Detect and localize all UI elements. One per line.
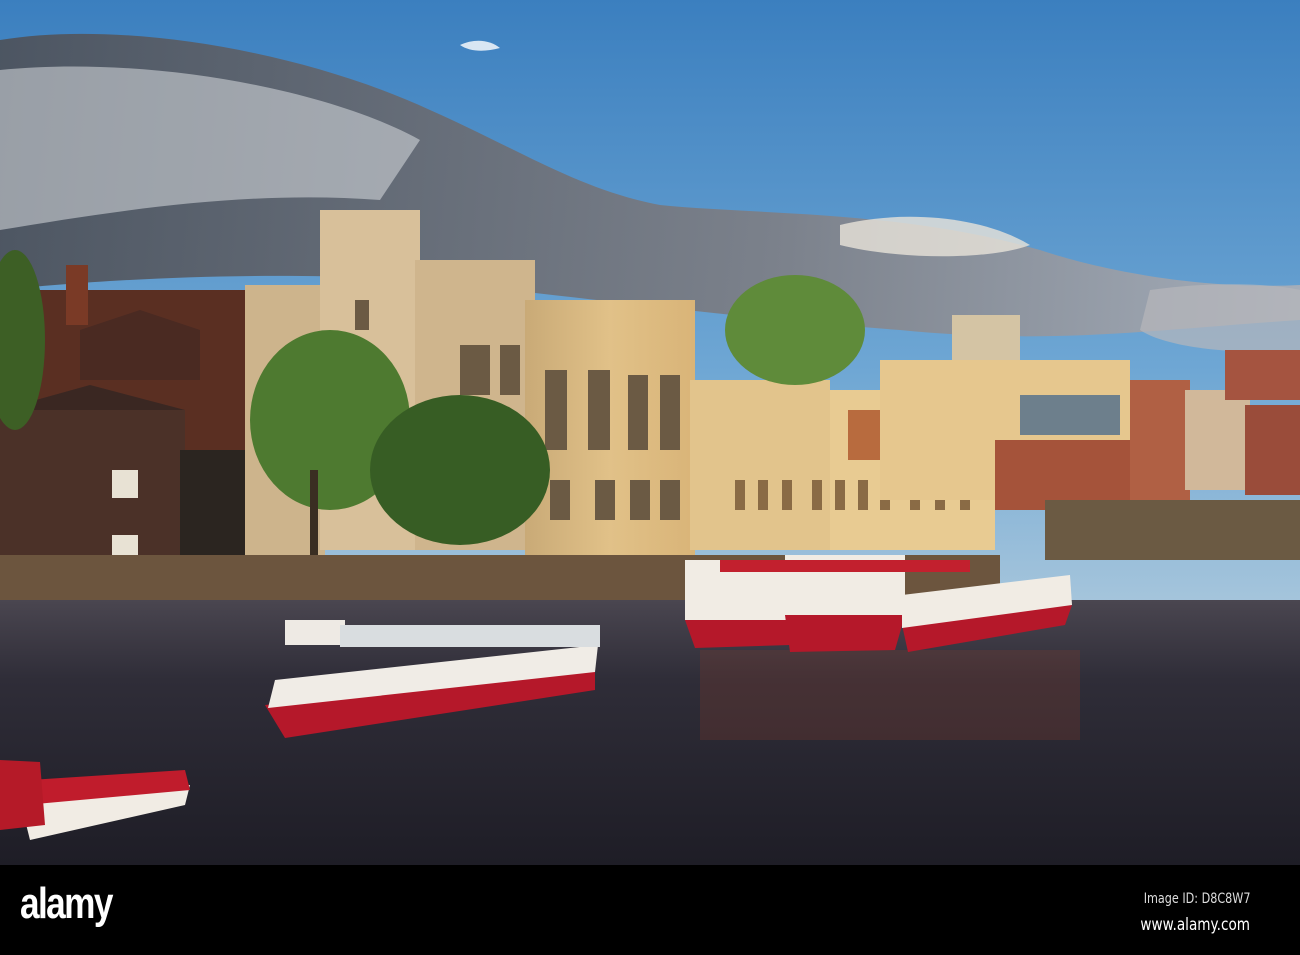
site-url[interactable]: www.alamy.com <box>1140 915 1250 935</box>
footer-bar: alamy Image ID: D8C8W7 www.alamy.com <box>0 865 1300 955</box>
river-scene-photo <box>0 0 1300 865</box>
image-id: Image ID: D8C8W7 <box>1143 891 1250 907</box>
stock-photo-frame: alamy Image ID: D8C8W7 www.alamy.com <box>0 0 1300 955</box>
alamy-logo[interactable]: alamy <box>20 879 113 929</box>
river-water <box>0 600 1300 865</box>
